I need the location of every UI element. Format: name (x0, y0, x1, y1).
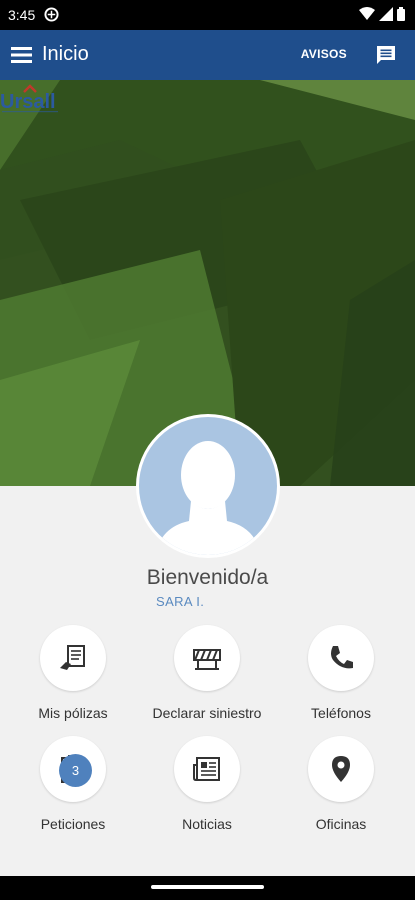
noticias-button[interactable]: Noticias (142, 736, 272, 832)
svg-text:Ursall: Ursall (0, 91, 56, 113)
location-pin-icon (332, 756, 350, 782)
home-gesture-handle[interactable] (151, 885, 264, 889)
system-nav-bar (0, 876, 415, 900)
declarar-siniestro-label: Declarar siniestro (152, 705, 262, 721)
oficinas-label: Oficinas (315, 816, 367, 832)
declarar-siniestro-button[interactable]: Declarar siniestro (142, 625, 272, 721)
battery-icon (397, 7, 405, 21)
wifi-icon (359, 7, 375, 20)
avatar (136, 414, 280, 558)
status-bar: 3:45 (0, 0, 415, 30)
welcome-greeting: Bienvenido/a (146, 566, 269, 589)
user-silhouette-icon (155, 441, 261, 555)
telefonos-button[interactable]: Teléfonos (276, 625, 406, 721)
app-bar: Inicio AVISOS (0, 30, 415, 80)
policy-document-icon (60, 645, 85, 670)
mis-polizas-label: Mis pólizas (38, 705, 108, 721)
newspaper-icon (193, 757, 220, 781)
signal-icon (379, 7, 393, 21)
notification-icon (44, 7, 59, 22)
mis-polizas-button[interactable]: Mis pólizas (8, 625, 138, 721)
page-title: Inicio (42, 43, 89, 65)
user-name[interactable]: SARA I. (156, 594, 204, 609)
telefonos-label: Teléfonos (311, 705, 371, 721)
avisos-button[interactable]: AVISOS (301, 47, 347, 61)
oficinas-button[interactable]: Oficinas (276, 736, 406, 832)
status-time: 3:45 (8, 7, 36, 23)
noticias-label: Noticias (182, 816, 232, 832)
peticiones-button[interactable]: 3 Peticiones (8, 736, 138, 832)
roadblock-icon (193, 649, 221, 670)
peticiones-label: Peticiones (40, 816, 106, 832)
ursall-logo: Ursall (0, 84, 58, 113)
message-icon[interactable] (375, 44, 397, 66)
status-icons (359, 7, 405, 21)
hamburger-menu-icon[interactable] (10, 43, 34, 67)
peticiones-badge: 3 (59, 754, 92, 787)
phone-icon (331, 646, 353, 669)
